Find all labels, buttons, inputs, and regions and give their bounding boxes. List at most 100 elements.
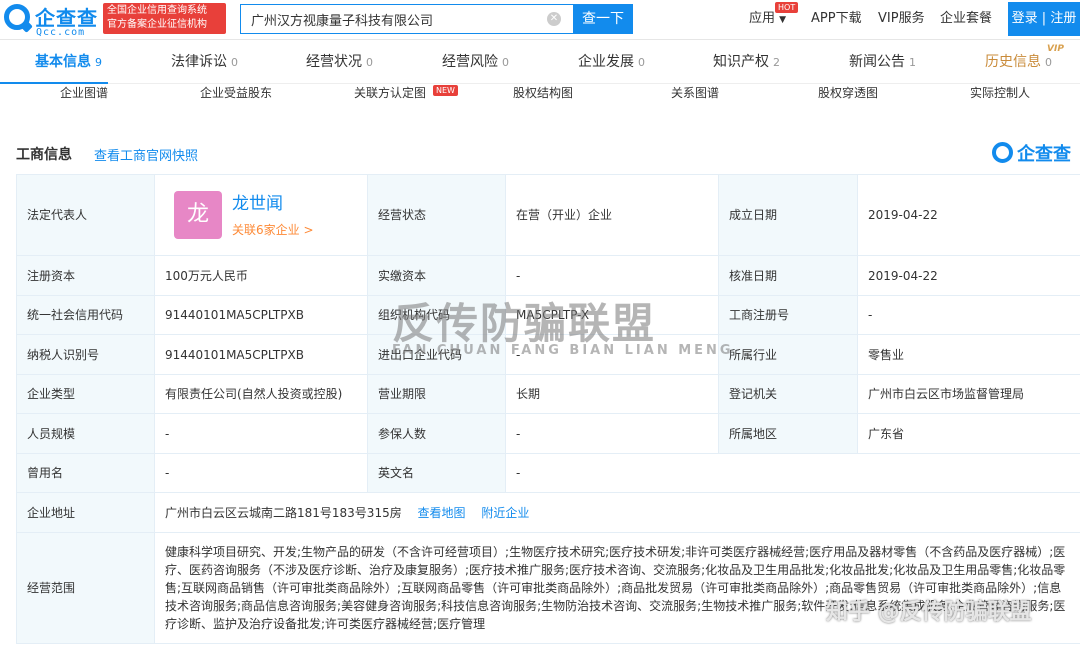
qcc-logo[interactable]: 企查查 Qcc.com: [4, 2, 100, 38]
subnav-related-party[interactable]: 关联方认定图: [354, 84, 426, 102]
staff-label: 人员规模: [16, 413, 155, 454]
taxpayer-value: 91440101MA5CPLTPXB: [154, 334, 368, 375]
brand-magnifier-icon: [992, 142, 1013, 163]
logo-magnifier-icon: [4, 4, 30, 30]
tab-label: 历史信息: [985, 54, 1041, 70]
tab-count: 0: [638, 56, 645, 69]
tab-basic-info[interactable]: 基本信息 9: [35, 40, 102, 84]
legal-rep-label: 法定代表人: [16, 174, 155, 256]
address-value: 广州市白云区云城南二路181号183号315房: [165, 505, 402, 520]
reg-capital-value: 100万元人民币: [154, 255, 368, 296]
industry-value: 零售业: [857, 334, 1080, 375]
staff-value: -: [154, 413, 368, 454]
sub-navigation: 企业图谱 企业受益股东 关联方认定图 股权结构图 关系图谱 股权穿透图 实际控制…: [0, 84, 1080, 110]
table-row: 法定代表人 龙 龙世闻 关联6家企业 > 经营状态 在营（开业）企业 成立日期 …: [16, 174, 1080, 256]
section-title: 工商信息: [16, 147, 72, 163]
scope-value: 健康科学项目研究、开发;生物产品的研发（不含许可经营项目）;生物医疗技术研究;医…: [154, 532, 1080, 644]
status-value: 在营（开业）企业: [505, 174, 719, 256]
region-label: 所属地区: [718, 413, 858, 454]
subnav-enterprise-graph[interactable]: 企业图谱: [60, 84, 108, 102]
tab-development[interactable]: 企业发展 0: [578, 40, 645, 84]
legal-rep-name[interactable]: 龙世闻: [232, 195, 283, 213]
nav-app-label: 应用: [749, 11, 776, 26]
vip-badge: VIP: [1047, 44, 1064, 54]
tab-label: 经营状况: [306, 54, 362, 70]
nav-enterprise-package[interactable]: 企业套餐: [940, 0, 992, 40]
search-button[interactable]: 查一下: [573, 4, 633, 34]
subnav-equity-structure[interactable]: 股权结构图: [513, 84, 573, 102]
business-info-table: 法定代表人 龙 龙世闻 关联6家企业 > 经营状态 在营（开业）企业 成立日期 …: [16, 174, 1080, 644]
industry-label: 所属行业: [718, 334, 858, 375]
tab-label: 经营风险: [442, 54, 498, 70]
subnav-relation-graph[interactable]: 关系图谱: [671, 84, 719, 102]
english-name-value: -: [505, 453, 1080, 493]
insured-label: 参保人数: [367, 413, 506, 454]
avatar[interactable]: 龙: [174, 191, 222, 239]
region-value: 广东省: [857, 413, 1080, 454]
former-name-label: 曾用名: [16, 453, 155, 493]
authority-value: 广州市白云区市场监督管理局: [857, 374, 1080, 414]
nav-vip-service[interactable]: VIP服务: [878, 0, 925, 40]
scope-label: 经营范围: [16, 532, 155, 644]
subnav-actual-controller[interactable]: 实际控制人: [970, 84, 1030, 102]
login-register-button[interactable]: 登录 | 注册: [1008, 2, 1080, 36]
insured-value: -: [505, 413, 719, 454]
view-map-link[interactable]: 查看地图: [418, 506, 466, 520]
tab-history[interactable]: 历史信息 0: [985, 40, 1052, 84]
former-name-value: -: [154, 453, 368, 493]
nearby-companies-link[interactable]: 附近企业: [481, 506, 529, 520]
badge-line-1: 全国企业信用查询系统: [107, 5, 207, 16]
legal-rep-cell: 龙 龙世闻 关联6家企业 >: [154, 174, 368, 256]
brand-logo: 企查查: [992, 140, 1076, 166]
approval-value: 2019-04-22: [857, 255, 1080, 296]
tab-count: 0: [231, 56, 238, 69]
type-label: 企业类型: [16, 374, 155, 414]
approval-label: 核准日期: [718, 255, 858, 296]
tab-label: 法律诉讼: [171, 54, 227, 70]
tab-risk[interactable]: 经营风险 0: [442, 40, 509, 84]
tab-count: 0: [1045, 56, 1052, 69]
reg-capital-label: 注册资本: [16, 255, 155, 296]
tab-count: 1: [909, 56, 916, 69]
tab-count: 9: [95, 56, 102, 69]
new-badge: NEW: [433, 85, 458, 96]
subnav-equity-penetration[interactable]: 股权穿透图: [818, 84, 878, 102]
address-cell: 广州市白云区云城南二路181号183号315房 查看地图 附近企业: [154, 492, 1080, 533]
tab-operation[interactable]: 经营状况 0: [306, 40, 373, 84]
credit-code-label: 统一社会信用代码: [16, 295, 155, 335]
tab-ip[interactable]: 知识产权 2: [713, 40, 780, 84]
tab-count: 0: [366, 56, 373, 69]
table-row: 曾用名 - 英文名 -: [16, 453, 1080, 493]
term-value: 长期: [505, 374, 719, 414]
type-value: 有限责任公司(自然人投资或控股): [154, 374, 368, 414]
tab-legal[interactable]: 法律诉讼 0: [171, 40, 238, 84]
tab-label: 新闻公告: [849, 54, 905, 70]
taxpayer-label: 纳税人识别号: [16, 334, 155, 375]
hot-badge: HOT: [775, 2, 799, 13]
top-bar: 企查查 Qcc.com 全国企业信用查询系统 官方备案企业征信机构 ✕ 查一下 …: [0, 0, 1080, 40]
main-tabs: 基本信息 9 法律诉讼 0 经营状况 0 经营风险 0 企业发展 0 知识产权 2 新闻公告…: [0, 40, 1080, 84]
table-row: 企业地址 广州市白云区云城南二路181号183号315房 查看地图 附近企业: [16, 492, 1080, 533]
subnav-beneficiary[interactable]: 企业受益股东: [200, 84, 272, 102]
clear-icon[interactable]: ✕: [547, 12, 561, 26]
founded-label: 成立日期: [718, 174, 858, 256]
credit-code-value: 91440101MA5CPLTPXB: [154, 295, 368, 335]
certification-badge: 全国企业信用查询系统 官方备案企业征信机构: [103, 3, 226, 34]
tab-news[interactable]: 新闻公告 1: [849, 40, 916, 84]
authority-label: 登记机关: [718, 374, 858, 414]
official-snapshot-link[interactable]: 查看工商官网快照: [94, 145, 198, 164]
related-companies-link[interactable]: 关联6家企业 >: [232, 221, 314, 239]
tab-label: 知识产权: [713, 54, 769, 70]
english-name-label: 英文名: [367, 453, 506, 493]
tab-count: 2: [773, 56, 780, 69]
address-label: 企业地址: [16, 492, 155, 533]
table-row: 企业类型 有限责任公司(自然人投资或控股) 营业期限 长期 登记机关 广州市白云…: [16, 374, 1080, 414]
zhihu-watermark: 知乎 @反传防骗联盟: [826, 600, 1032, 625]
search-input[interactable]: [241, 5, 541, 33]
table-row: 经营范围 健康科学项目研究、开发;生物产品的研发（不含许可经营项目）;生物医疗技…: [16, 532, 1080, 644]
table-row: 人员规模 - 参保人数 - 所属地区 广东省: [16, 413, 1080, 454]
badge-line-2: 官方备案企业征信机构: [107, 19, 207, 30]
tab-label: 基本信息: [35, 54, 91, 70]
nav-app-download[interactable]: APP下载: [811, 0, 862, 40]
brand-name: 企查查: [1017, 144, 1071, 165]
